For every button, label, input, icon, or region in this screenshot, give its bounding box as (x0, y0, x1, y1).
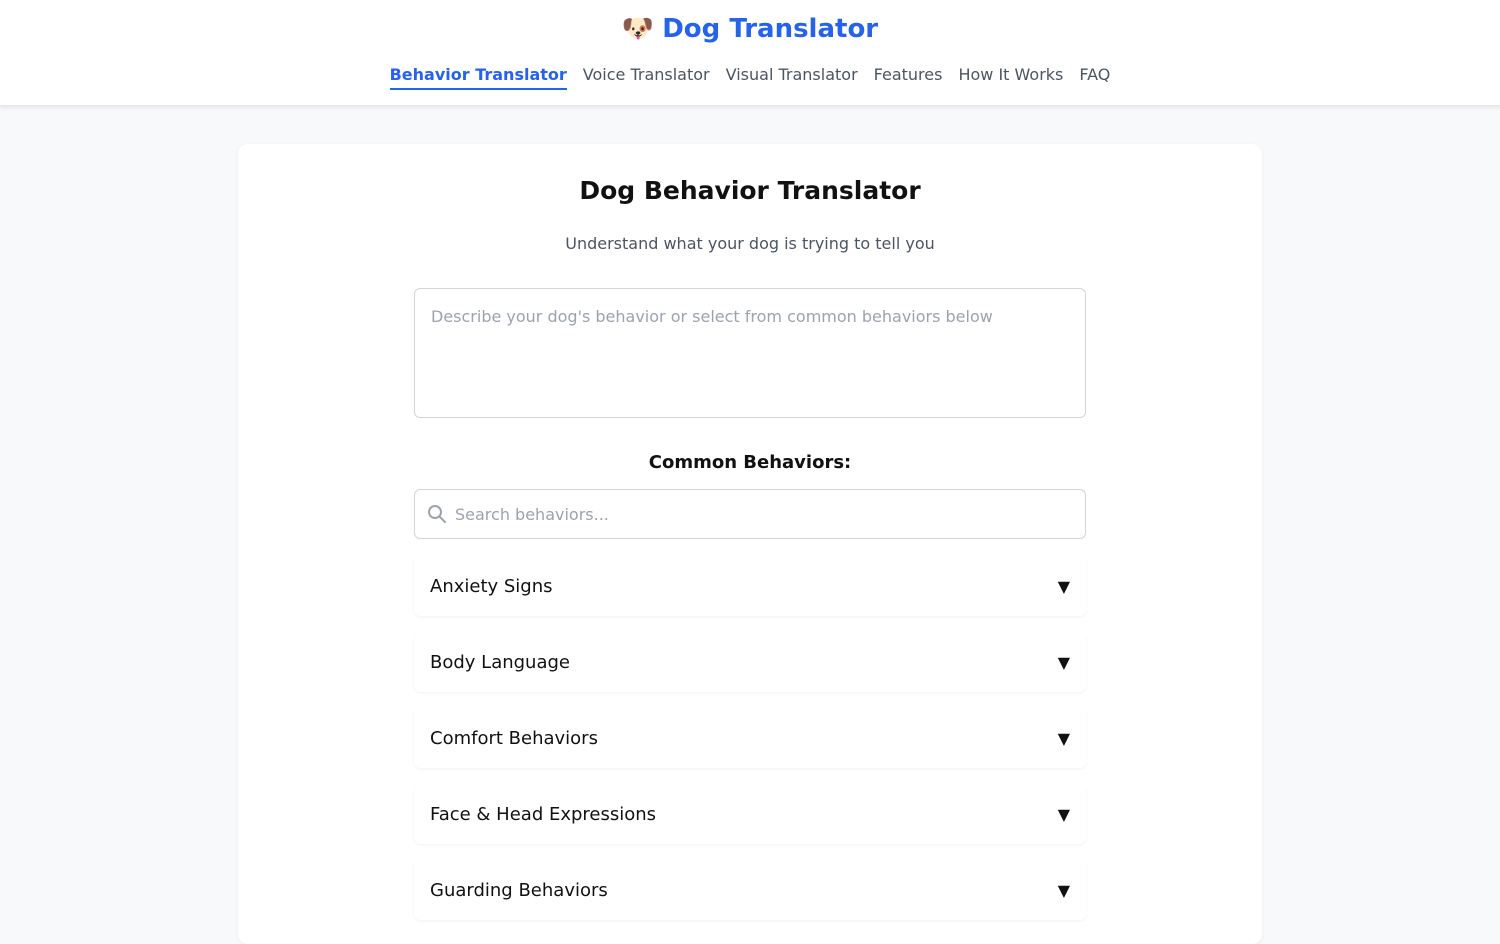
chevron-down-icon: ▼ (1057, 652, 1070, 672)
page-subtitle: Understand what your dog is trying to te… (565, 234, 935, 253)
behavior-search-box[interactable] (414, 489, 1086, 539)
search-icon (428, 505, 446, 523)
page-title: Dog Behavior Translator (579, 176, 921, 205)
category-label: Guarding Behaviors (430, 879, 608, 901)
brand[interactable]: 🐶 Dog Translator (0, 14, 1500, 44)
nav-how-it-works[interactable]: How It Works (958, 64, 1063, 90)
nav-behavior-translator[interactable]: Behavior Translator (389, 64, 567, 90)
behavior-description-input[interactable] (414, 288, 1086, 418)
behavior-category-list: Anxiety Signs ▼ Body Language ▼ Comfort … (414, 556, 1086, 936)
brand-name: Dog Translator (662, 14, 879, 44)
chevron-down-icon: ▼ (1057, 880, 1070, 900)
category-label: Anxiety Signs (430, 575, 553, 597)
nav-features[interactable]: Features (874, 64, 943, 90)
chevron-down-icon: ▼ (1057, 728, 1070, 748)
nav-visual-translator[interactable]: Visual Translator (726, 64, 858, 90)
nav-faq[interactable]: FAQ (1079, 64, 1110, 90)
chevron-down-icon: ▼ (1057, 804, 1070, 824)
category-body-language[interactable]: Body Language ▼ (414, 632, 1086, 692)
nav-voice-translator[interactable]: Voice Translator (583, 64, 710, 90)
chevron-down-icon: ▼ (1057, 576, 1070, 596)
common-behaviors-heading: Common Behaviors: (648, 452, 852, 473)
category-label: Face & Head Expressions (430, 803, 657, 825)
site-header: 🐶 Dog Translator Behavior Translator Voic… (0, 0, 1500, 106)
category-anxiety-signs[interactable]: Anxiety Signs ▼ (414, 556, 1086, 616)
dog-icon: 🐶 (621, 14, 655, 44)
translator-card: Dog Behavior Translator Understand what … (238, 144, 1262, 944)
category-comfort-behaviors[interactable]: Comfort Behaviors ▼ (414, 708, 1086, 768)
category-label: Comfort Behaviors (430, 727, 598, 749)
category-guarding-behaviors[interactable]: Guarding Behaviors ▼ (414, 860, 1086, 920)
search-input[interactable] (455, 490, 1075, 538)
category-face-head-expressions[interactable]: Face & Head Expressions ▼ (414, 784, 1086, 844)
category-label: Body Language (430, 651, 570, 673)
main-nav: Behavior Translator Voice Translator Vis… (0, 64, 1500, 90)
